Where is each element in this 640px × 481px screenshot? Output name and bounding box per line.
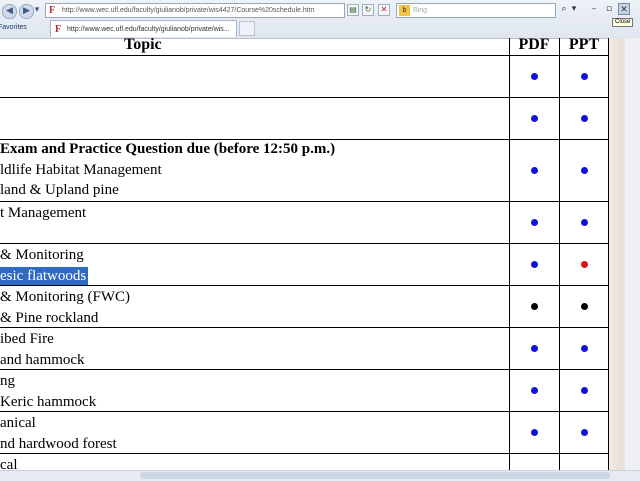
search-dropdown-icon[interactable]: ▾ — [570, 3, 578, 15]
pdf-link-icon[interactable] — [530, 302, 538, 310]
selected-text: esic flatwoods — [0, 266, 89, 285]
pdf-link-icon[interactable] — [530, 428, 538, 436]
topic-text: & Monitoring (FWC) — [0, 289, 130, 305]
site-favicon-icon: F — [49, 5, 56, 16]
search-box[interactable]: b Bing — [396, 3, 556, 18]
topic-text: ldlife Habitat Management — [0, 161, 162, 178]
ppt-link-icon[interactable] — [580, 344, 588, 352]
compatibility-view-icon[interactable]: ▤ — [347, 4, 359, 16]
table-column-divider — [559, 38, 560, 470]
ppt-link-icon[interactable] — [580, 166, 588, 174]
maximize-icon[interactable]: ▫ — [603, 3, 615, 15]
forward-icon[interactable]: ▶ — [19, 4, 34, 19]
ppt-link-icon[interactable] — [580, 386, 588, 394]
table-row: ng Keric hammock — [0, 369, 508, 411]
address-url: http://www.wec.ufl.edu/faculty/giulianob… — [62, 7, 315, 14]
ppt-link-icon[interactable] — [580, 114, 588, 122]
ppt-link-icon[interactable] — [580, 260, 588, 268]
stop-icon[interactable]: ✕ — [378, 4, 390, 16]
table-row: ibed Fire and hammock — [0, 327, 508, 369]
ppt-link-icon[interactable] — [580, 302, 588, 310]
history-dropdown-icon[interactable]: ▾ — [33, 4, 41, 17]
bing-icon: b — [399, 5, 410, 16]
topic-text: Keric hammock — [0, 393, 97, 410]
browser-chrome: ◀ ▶ ▾ F http://www.wec.ufl.edu/faculty/g… — [0, 0, 640, 39]
topic-text: land & Upland pine — [0, 182, 119, 198]
tab-favicon-icon: F — [55, 24, 62, 35]
topic-text: nd hardwood forest — [0, 435, 117, 452]
tab-title: http://www.wec.ufl.edu/faculty/giulianob… — [67, 26, 230, 33]
page-content: Topic PDF PPT Exam and Practice Question… — [0, 38, 640, 470]
horizontal-scrollbar-thumb[interactable] — [140, 472, 610, 479]
vertical-scrollbar[interactable] — [625, 38, 640, 470]
pdf-link-icon[interactable] — [530, 260, 538, 268]
topic-text: t Management — [0, 205, 87, 221]
browser-tab[interactable]: F http://www.wec.ufl.edu/faculty/giulian… — [50, 20, 237, 37]
favorites-button[interactable]: Favorites — [0, 22, 27, 34]
topic-text: cal — [0, 457, 18, 470]
favorites-bar: Favorites F http://www.wec.ufl.edu/facul… — [0, 19, 640, 38]
pdf-column-header: PDF — [518, 38, 550, 53]
topic-text: and hammock — [0, 351, 85, 368]
horizontal-scrollbar[interactable] — [0, 470, 640, 481]
back-icon[interactable]: ◀ — [2, 4, 17, 19]
search-placeholder: Bing — [413, 7, 428, 14]
pdf-link-icon[interactable] — [530, 218, 538, 226]
topic-text: & Monitoring — [0, 247, 84, 263]
address-bar[interactable]: F http://www.wec.ufl.edu/faculty/giulian… — [45, 3, 345, 18]
pdf-link-icon[interactable] — [530, 386, 538, 394]
topic-text: & Pine rockland — [0, 309, 99, 326]
topic-text: ng — [0, 373, 15, 389]
pdf-link-icon[interactable] — [530, 114, 538, 122]
pdf-link-icon[interactable] — [530, 166, 538, 174]
ppt-link-icon[interactable] — [580, 428, 588, 436]
table-row: & Monitoring (FWC) & Pine rockland — [0, 285, 508, 327]
table-row — [0, 97, 508, 139]
refresh-icon[interactable]: ↻ — [362, 4, 374, 16]
table-row: t Management — [0, 201, 508, 243]
table-column-divider — [608, 38, 609, 470]
table-row: Exam and Practice Question due (before 1… — [0, 139, 508, 201]
topic-text: ibed Fire — [0, 331, 54, 347]
topic-column-header: Topic — [124, 38, 162, 53]
close-icon[interactable]: ✕ — [618, 3, 630, 15]
ppt-column-header: PPT — [568, 38, 600, 53]
topic-text: anical — [0, 415, 36, 431]
ppt-link-icon[interactable] — [580, 72, 588, 80]
table-row: anical nd hardwood forest — [0, 411, 508, 453]
table-row: & Monitoring esic flatwoods — [0, 243, 508, 285]
pdf-link-icon[interactable] — [530, 344, 538, 352]
table-column-divider — [509, 38, 510, 470]
search-go-icon[interactable]: ⌕ — [558, 3, 570, 15]
minimize-icon[interactable]: – — [588, 3, 600, 15]
ppt-link-icon[interactable] — [580, 218, 588, 226]
pdf-link-icon[interactable] — [530, 72, 538, 80]
table-row — [0, 55, 508, 97]
topic-text: Exam and Practice Question due (before 1… — [0, 141, 336, 157]
new-tab-button[interactable] — [239, 21, 255, 36]
table-row: cal — [0, 453, 508, 470]
